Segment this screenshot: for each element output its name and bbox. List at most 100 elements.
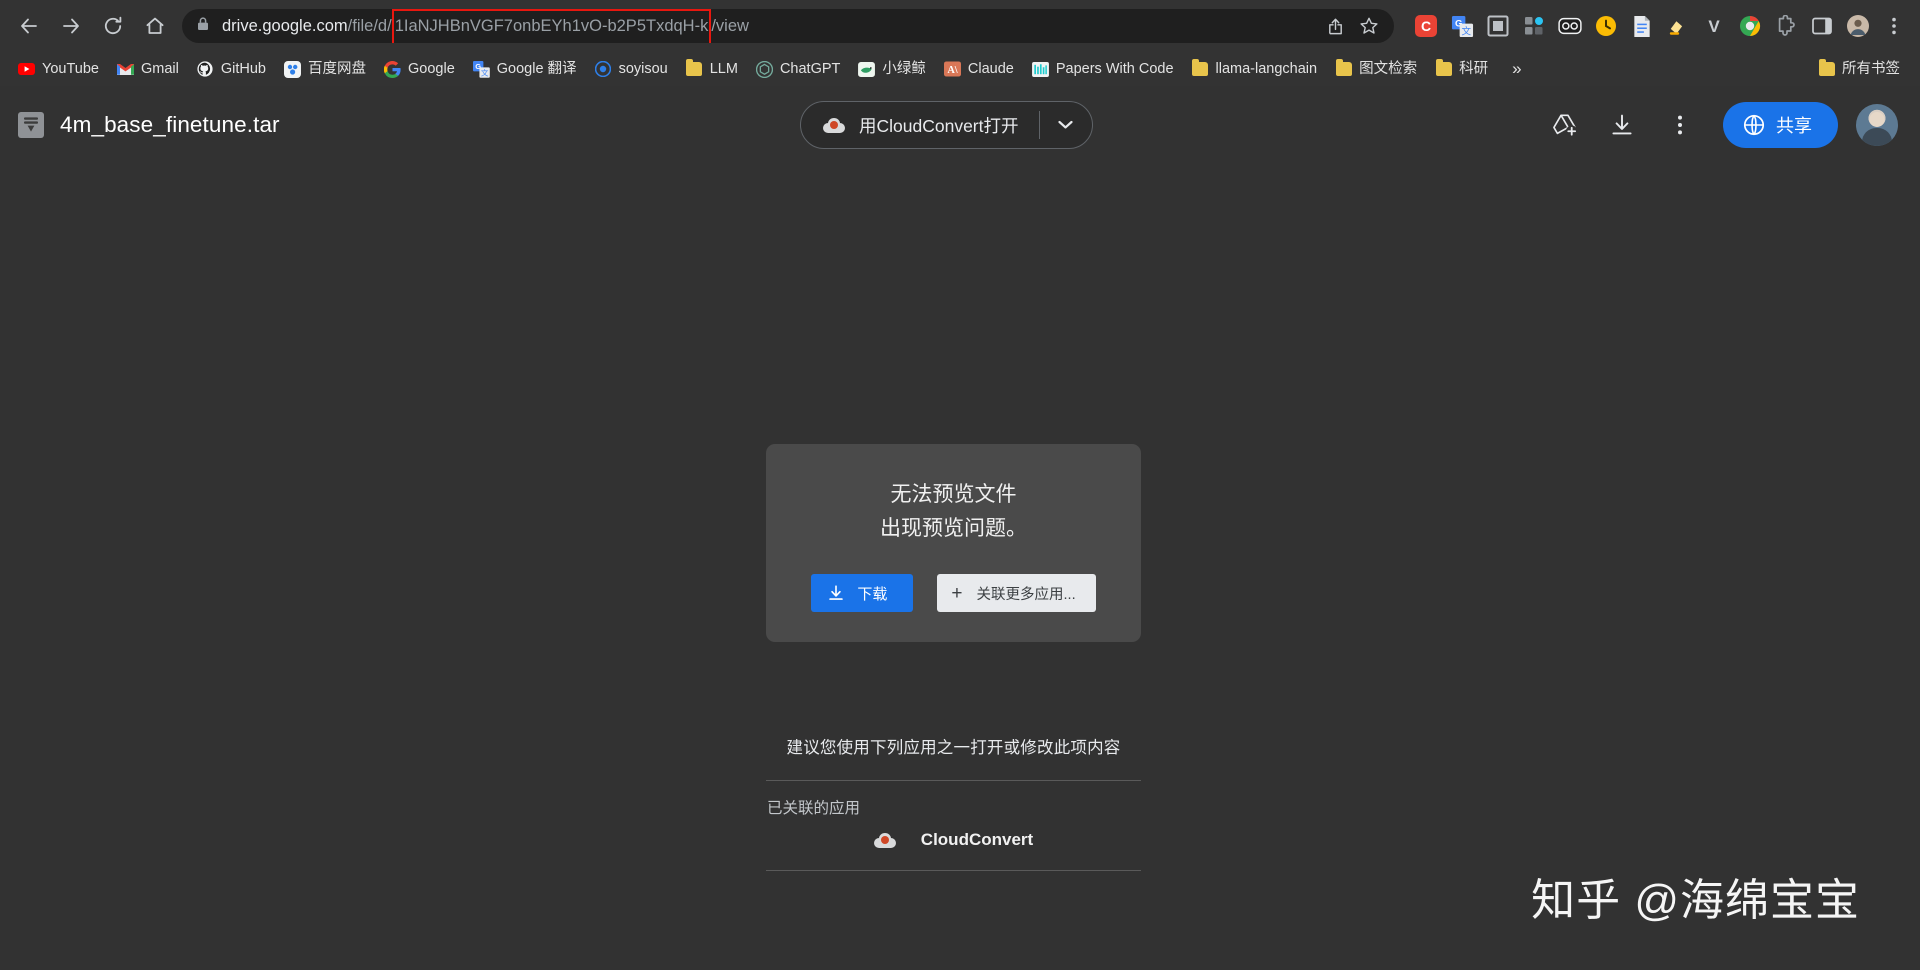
home-icon	[144, 15, 166, 37]
open-with-label: 用CloudConvert打开	[859, 113, 1019, 138]
cloudconvert-icon	[874, 833, 896, 848]
papers-with-code-icon	[1032, 61, 1049, 78]
bookmarks-bar: YouTube Gmail GitHub	[0, 52, 1920, 86]
clipboard-extension-icon[interactable]: C	[1411, 11, 1441, 41]
svg-text:A\: A\	[947, 65, 957, 76]
bookmark-label: LLM	[710, 62, 738, 77]
arrow-left-icon	[18, 15, 40, 37]
bookmark-label: Papers With Code	[1056, 62, 1174, 77]
url-path-suffix: /view	[711, 17, 749, 36]
bookmark-item-google-translate[interactable]: G 文 Google 翻译	[465, 56, 585, 82]
globe-share-icon	[1743, 114, 1765, 136]
bookmarks-overflow-button[interactable]: »	[1504, 59, 1529, 79]
bookmark-label: 小绿鲸	[882, 62, 926, 77]
omnibox-actions	[1316, 11, 1384, 41]
file-identity: 4m_base_finetune.tar	[18, 112, 280, 138]
download-icon	[827, 584, 845, 602]
bookmark-item-research[interactable]: 科研	[1427, 56, 1496, 82]
add-to-drive-button[interactable]	[1541, 102, 1587, 148]
browser-navigation-bar: drive.google.com /file/d/ 1IaNJHBnVGF7on…	[0, 0, 1920, 52]
open-with-cloudconvert-button[interactable]: 用CloudConvert打开	[801, 102, 1039, 148]
url-file-id: 1IaNJHBnVGF7onbEYh1vO-b2P5TxdqH-k	[395, 17, 709, 36]
bookmark-item-xiaolvjing[interactable]: 小绿鲸	[850, 56, 934, 82]
share-icon[interactable]	[1320, 11, 1350, 41]
profile-avatar-icon[interactable]	[1843, 11, 1873, 41]
bookmark-item-github[interactable]: GitHub	[189, 56, 274, 82]
associate-more-apps-button[interactable]: + 关联更多应用...	[937, 574, 1095, 612]
youtube-icon	[18, 61, 35, 78]
download-file-button[interactable]: 下载	[811, 574, 913, 612]
associate-more-apps-label: 关联更多应用...	[977, 583, 1076, 604]
bookmark-item-soyisou[interactable]: soyisou	[587, 56, 676, 82]
more-vertical-icon	[1669, 114, 1691, 136]
drive-viewer-header: 4m_base_finetune.tar 用CloudConvert打开	[0, 86, 1920, 164]
arrow-right-icon	[60, 15, 82, 37]
glasses-extension-icon[interactable]	[1555, 11, 1585, 41]
bookmark-label: ChatGPT	[780, 62, 840, 77]
bookmark-item-image-text-retrieval[interactable]: 图文检索	[1327, 56, 1425, 82]
download-button[interactable]	[1599, 102, 1645, 148]
divider	[766, 870, 1141, 871]
baidu-pan-icon	[284, 61, 301, 78]
bookmark-item-llm[interactable]: LLM	[678, 56, 746, 82]
more-options-button[interactable]	[1657, 102, 1703, 148]
clipboard-extension-glyph: C	[1415, 15, 1437, 37]
google-icon	[384, 61, 401, 78]
open-with-dropdown-button[interactable]	[1040, 102, 1092, 148]
bookmark-item-baidu-pan[interactable]: 百度网盘	[276, 56, 374, 82]
url-path-prefix: /file/d/	[348, 17, 392, 36]
bookmark-label: soyisou	[619, 62, 668, 77]
associated-apps-label: 已关联的应用	[766, 781, 1141, 824]
bookmark-item-chatgpt[interactable]: ChatGPT	[748, 56, 848, 82]
bookmark-label: Claude	[968, 62, 1014, 77]
google-translate-extension-icon[interactable]: G 文	[1447, 11, 1477, 41]
folder-icon	[1818, 61, 1835, 78]
url-text: drive.google.com /file/d/ 1IaNJHBnVGF7on…	[222, 9, 1316, 43]
home-button[interactable]	[137, 8, 173, 44]
user-avatar[interactable]	[1856, 104, 1898, 146]
bookmark-item-youtube[interactable]: YouTube	[10, 56, 107, 82]
bookmark-item-google[interactable]: Google	[376, 56, 463, 82]
list-item[interactable]: CloudConvert	[766, 824, 1141, 870]
svg-text:文: 文	[1461, 25, 1471, 37]
puzzle-extensions-icon[interactable]	[1771, 11, 1801, 41]
bookmark-item-gmail[interactable]: Gmail	[109, 56, 187, 82]
url-host: drive.google.com	[222, 17, 348, 36]
app-name: CloudConvert	[921, 830, 1033, 850]
drive-file-viewer: 4m_base_finetune.tar 用CloudConvert打开	[0, 86, 1920, 970]
header-actions: 共享	[1535, 102, 1898, 148]
highlighter-extension-icon[interactable]	[1663, 11, 1693, 41]
all-bookmarks-button[interactable]: 所有书签	[1810, 56, 1908, 82]
sidepanel-icon[interactable]	[1807, 11, 1837, 41]
folder-icon	[1435, 61, 1452, 78]
bookmark-label: Gmail	[141, 62, 179, 77]
all-bookmarks-label: 所有书签	[1842, 62, 1900, 77]
more-menu-icon[interactable]	[1879, 11, 1909, 41]
bookmark-item-llama-langchain[interactable]: llama-langchain	[1184, 56, 1326, 82]
grid-apps-extension-icon[interactable]	[1519, 11, 1549, 41]
archive-file-icon	[18, 112, 44, 138]
plus-icon: +	[951, 584, 962, 603]
chrome-extension-icon[interactable]	[1735, 11, 1765, 41]
clock-history-extension-icon[interactable]	[1591, 11, 1621, 41]
screenshot-extension-icon[interactable]	[1483, 11, 1513, 41]
folder-icon	[1335, 61, 1352, 78]
vimium-extension-icon[interactable]: V	[1699, 11, 1729, 41]
share-button[interactable]: 共享	[1723, 102, 1838, 148]
download-button-label: 下载	[857, 583, 887, 604]
bookmark-label: 科研	[1459, 62, 1488, 77]
document-extension-icon[interactable]	[1627, 11, 1657, 41]
bookmark-item-claude[interactable]: A\ Claude	[936, 56, 1022, 82]
bookmark-label: 图文检索	[1359, 62, 1417, 77]
forward-button[interactable]	[53, 8, 89, 44]
back-button[interactable]	[11, 8, 47, 44]
drive-add-icon	[1551, 113, 1578, 138]
share-button-label: 共享	[1776, 112, 1812, 138]
address-bar[interactable]: drive.google.com /file/d/ 1IaNJHBnVGF7on…	[182, 9, 1394, 43]
reload-button[interactable]	[95, 8, 131, 44]
bookmark-item-papers-with-code[interactable]: Papers With Code	[1024, 56, 1182, 82]
chatgpt-icon	[756, 61, 773, 78]
claude-icon: A\	[944, 61, 961, 78]
folder-icon	[1192, 61, 1209, 78]
star-icon[interactable]	[1354, 11, 1384, 41]
